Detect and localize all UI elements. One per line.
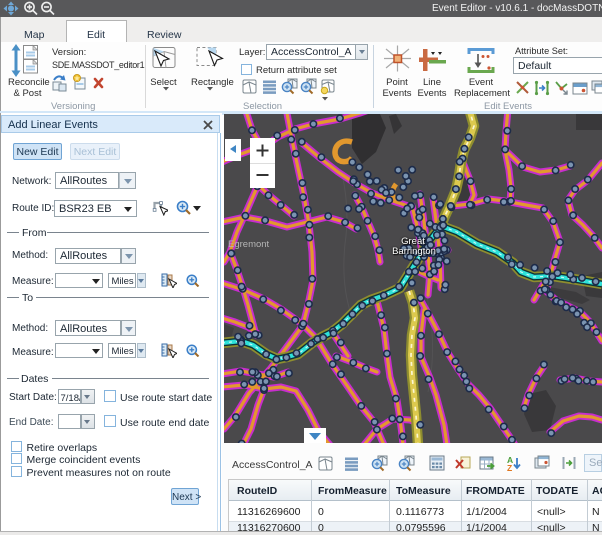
svg-text:Z: Z <box>507 463 512 473</box>
svg-text:Barrington: Barrington <box>392 246 436 257</box>
svg-text:Egremont: Egremont <box>228 239 270 250</box>
